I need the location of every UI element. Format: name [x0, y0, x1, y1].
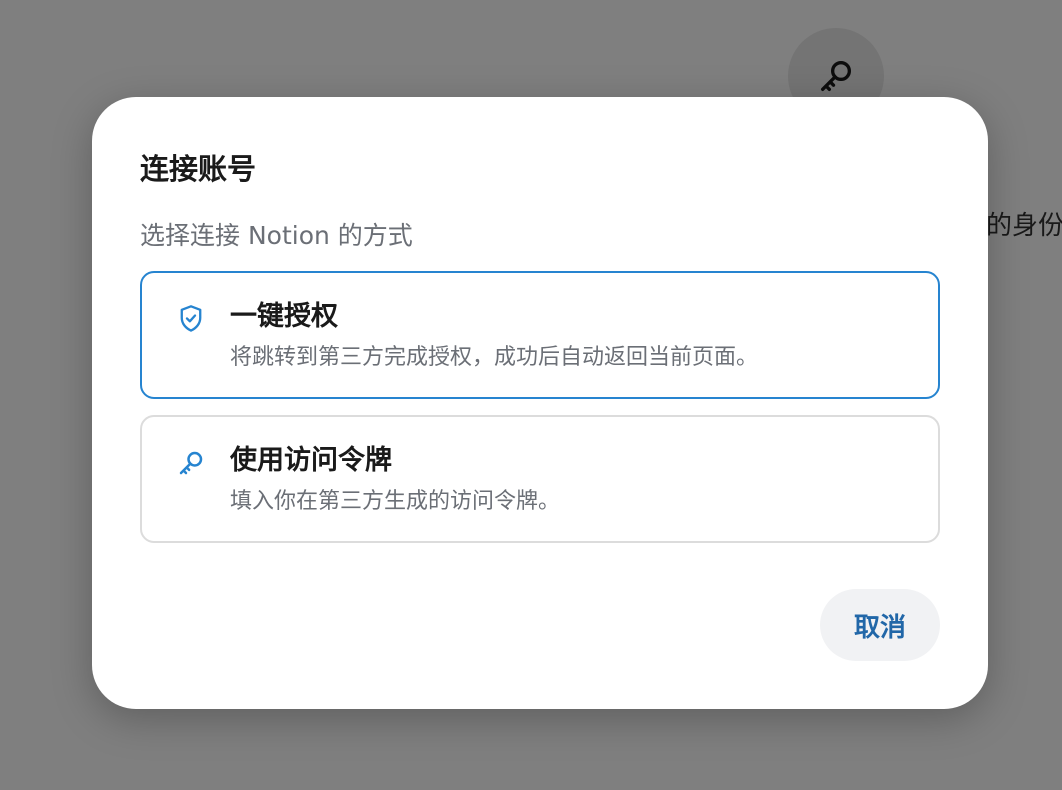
option-description: 填入你在第三方生成的访问令牌。	[230, 489, 561, 514]
connect-account-dialog: 连接账号 选择连接 Notion 的方式 一键授权 将跳转到第三方完成授权，成功…	[92, 97, 988, 709]
option-description: 将跳转到第三方完成授权，成功后自动返回当前页面。	[230, 345, 759, 370]
option-one-click-auth[interactable]: 一键授权 将跳转到第三方完成授权，成功后自动返回当前页面。	[140, 271, 940, 399]
dialog-title: 连接账号	[140, 152, 257, 186]
option-title: 使用访问令牌	[230, 445, 392, 476]
option-access-token[interactable]: 使用访问令牌 填入你在第三方生成的访问令牌。	[140, 415, 940, 543]
cancel-button[interactable]: 取消	[820, 589, 940, 661]
shield-check-icon	[176, 303, 206, 335]
key-icon	[176, 447, 206, 479]
option-title: 一键授权	[230, 301, 338, 332]
dialog-subtitle: 选择连接 Notion 的方式	[140, 221, 413, 250]
